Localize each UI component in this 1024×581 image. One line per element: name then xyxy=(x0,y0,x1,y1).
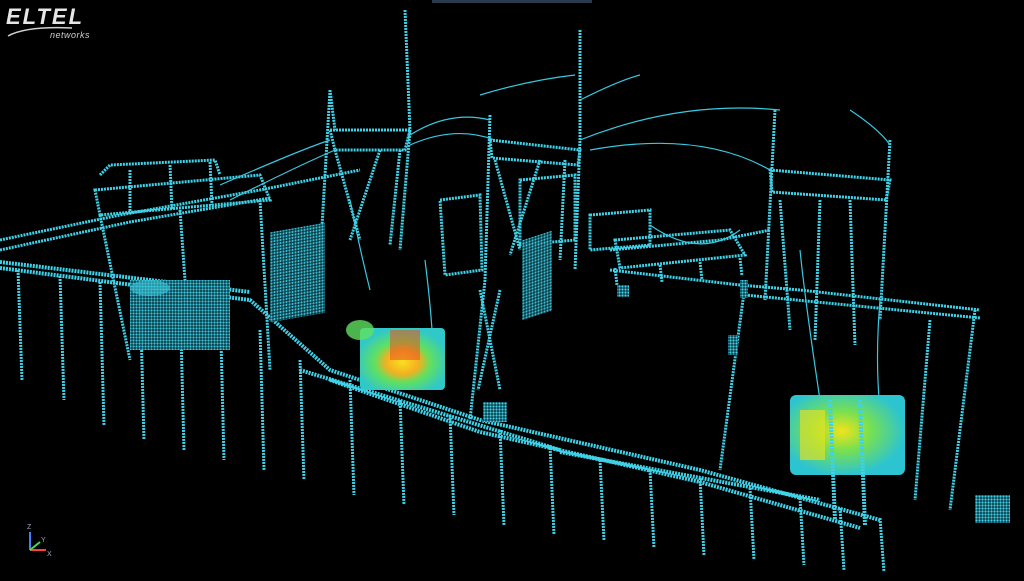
transformer-center-hot xyxy=(346,320,445,390)
cabinet-small-4 xyxy=(740,280,748,298)
cabinet-small-5 xyxy=(728,335,738,355)
logo-subtitle: networks xyxy=(50,30,91,40)
axis-triad-icon: Z Y X xyxy=(27,524,52,558)
axis-gizmo: Z Y X xyxy=(20,520,54,560)
transformer-right-hot xyxy=(790,395,905,526)
point-cloud-viewport[interactable] xyxy=(0,0,1024,576)
tower-center xyxy=(468,30,582,421)
cabinet-small-2 xyxy=(975,495,1010,523)
tower-left xyxy=(318,9,412,261)
substation-point-cloud xyxy=(0,9,1010,573)
axis-z-label: Z xyxy=(27,524,32,531)
logo-wordmark: ELTEL xyxy=(6,4,85,29)
wall-panel-center xyxy=(522,230,552,321)
top-edge-bar xyxy=(432,0,592,3)
axis-y-label: Y xyxy=(41,537,46,544)
transformer-left xyxy=(130,280,230,350)
wall-panel-left xyxy=(270,222,325,323)
cabinet-small-3 xyxy=(617,285,629,297)
cabinet-small-1 xyxy=(483,402,507,422)
axis-x-label: X xyxy=(47,551,52,558)
eltel-logo: ELTEL networks xyxy=(6,4,106,44)
